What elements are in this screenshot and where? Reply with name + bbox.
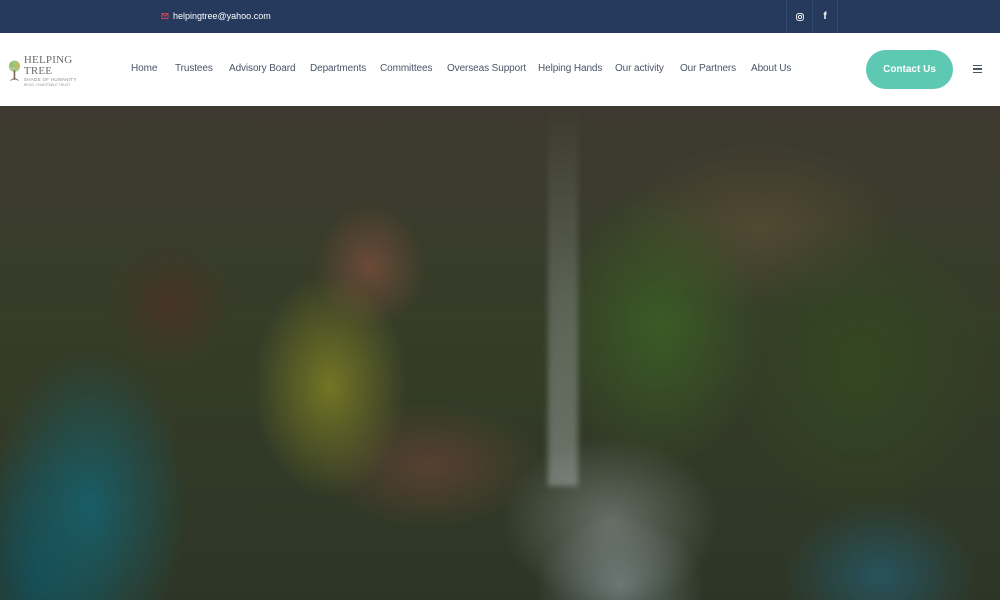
nav-home[interactable]: Home <box>131 63 157 74</box>
main-header: HELPING TREE SHADE OF HUMANITY REGD. CHA… <box>0 33 1000 106</box>
hero-banner-image <box>0 106 1000 600</box>
instagram-icon <box>795 12 804 21</box>
nav-departments[interactable]: Departments <box>310 63 366 74</box>
logo-subtag: REGD. CHARITABLE TRUST <box>23 82 71 87</box>
hamburger-line <box>973 71 982 73</box>
contact-us-button[interactable]: Contact Us <box>866 50 953 89</box>
nav-our-activity[interactable]: Our activity <box>615 63 664 74</box>
nav-helping-hands[interactable]: Helping Hands <box>538 63 602 74</box>
mail-icon <box>161 13 169 19</box>
instagram-link[interactable] <box>786 0 812 33</box>
nav-overseas-support[interactable]: Overseas Support <box>447 63 526 74</box>
nav-committees[interactable]: Committees <box>380 63 432 74</box>
nav-trustees[interactable]: Trustees <box>175 63 213 74</box>
contact-us-label: Contact Us <box>883 64 936 75</box>
facebook-icon: f <box>823 11 827 22</box>
hamburger-line <box>973 65 982 67</box>
nav-about-us[interactable]: About Us <box>751 63 791 74</box>
nav-advisory-board[interactable]: Advisory Board <box>229 63 296 74</box>
top-bar: helpingtree@yahoo.com f <box>0 0 1000 33</box>
email-contact[interactable]: helpingtree@yahoo.com <box>161 11 271 21</box>
hamburger-icon[interactable] <box>973 65 982 73</box>
main-nav: Home Trustees Advisory Board Departments… <box>0 63 1000 77</box>
nav-our-partners[interactable]: Our Partners <box>680 63 736 74</box>
hero-overlay <box>0 106 1000 600</box>
hamburger-line <box>973 68 982 70</box>
email-text[interactable]: helpingtree@yahoo.com <box>173 11 271 21</box>
logo-tagline: SHADE OF HUMANITY <box>23 77 77 82</box>
facebook-link[interactable]: f <box>812 0 838 33</box>
